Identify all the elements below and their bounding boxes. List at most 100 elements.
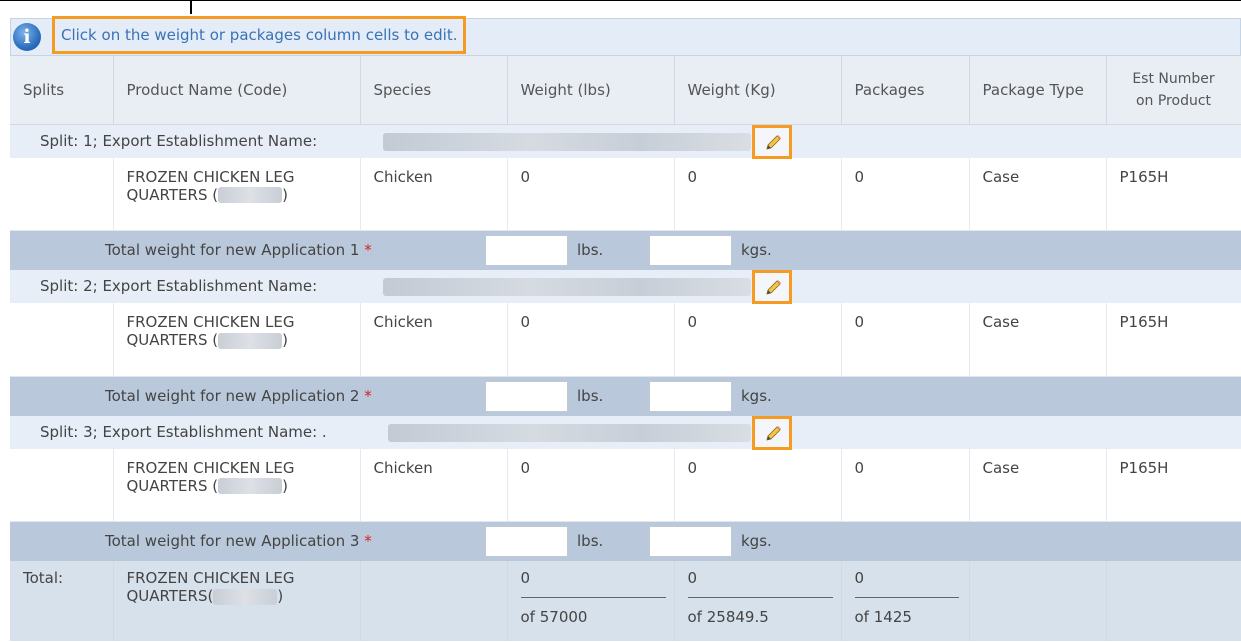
grand-total-weight-lbs: 0 of 57000 — [507, 561, 675, 641]
required-marker: * — [364, 386, 372, 405]
total-weight-kgs-input[interactable] — [649, 235, 732, 266]
split-row-1: Split: 1; Export Establishment Name: — [10, 124, 1241, 159]
total-weight-label: Total weight for new Application 3 * — [105, 532, 372, 550]
lbs-unit-label: lbs. — [577, 241, 604, 259]
grand-total-product-line2-post: ) — [277, 587, 284, 605]
grand-total-product: FROZEN CHICKEN LEG QUARTERS() — [113, 561, 361, 641]
total-weight-kgs-input[interactable] — [649, 526, 732, 557]
total-weight-row-3: Total weight for new Application 3 * lbs… — [10, 521, 1241, 561]
species-cell: Chicken — [360, 448, 508, 522]
weight-lbs-cell[interactable]: 0 — [507, 448, 675, 522]
top-border — [0, 0, 1241, 1]
pencil-icon — [766, 134, 781, 150]
col-header-est-number[interactable]: Est Number on Product — [1106, 56, 1241, 125]
fraction-divider — [854, 597, 959, 598]
product-name-line1: FROZEN CHICKEN LEG — [126, 167, 295, 186]
redacted-establishment-name — [388, 423, 751, 442]
col-header-splits[interactable]: Splits — [10, 56, 114, 125]
product-name-line2-pre: QUARTERS ( — [126, 185, 219, 204]
lbs-unit-label: lbs. — [577, 386, 604, 405]
fraction-divider — [520, 597, 666, 598]
redacted-product-code — [213, 588, 278, 605]
grand-total-packages-value: 0 — [854, 569, 865, 587]
packages-cell[interactable]: 0 — [841, 448, 970, 522]
weight-lbs-cell[interactable]: 0 — [507, 157, 675, 231]
weight-kg-cell[interactable]: 0 — [674, 157, 842, 231]
col-header-weight-kg[interactable]: Weight (Kg) — [674, 56, 842, 125]
edit-establishment-button[interactable] — [752, 415, 792, 450]
weight-kg-cell[interactable]: 0 — [674, 303, 842, 377]
weight-kg-cell[interactable]: 0 — [674, 448, 842, 522]
info-bar: i Click on the weight or packages column… — [10, 16, 1241, 56]
pencil-icon — [766, 280, 781, 295]
total-weight-label-text: Total weight for new Application 3 — [105, 532, 360, 550]
total-weight-kgs-input[interactable] — [649, 380, 732, 412]
total-weight-row-2: Total weight for new Application 2 * lbs… — [10, 376, 1241, 416]
total-weight-lbs-input[interactable] — [485, 526, 568, 557]
redacted-establishment-name — [383, 278, 751, 296]
total-weight-label: Total weight for new Application 1 * — [105, 241, 372, 259]
package-type-cell: Case — [969, 448, 1107, 522]
split-cell-empty — [10, 157, 114, 231]
kgs-unit-label: kgs. — [741, 532, 772, 550]
header-row: Splits Product Name (Code) Species Weigh… — [10, 56, 1241, 125]
redacted-product-code — [218, 332, 283, 349]
total-weight-label-text: Total weight for new Application 2 — [105, 386, 360, 405]
grand-total-weight-kg-of: of 25849.5 — [687, 608, 769, 626]
top-border-tick — [190, 0, 192, 14]
split-cell-empty — [10, 448, 114, 522]
edit-establishment-button[interactable] — [752, 124, 792, 159]
col-header-packages[interactable]: Packages — [841, 56, 970, 125]
grand-total-weight-kg: 0 of 25849.5 — [674, 561, 842, 641]
kgs-unit-label: kgs. — [741, 241, 772, 259]
col-header-species[interactable]: Species — [360, 56, 508, 125]
pencil-icon — [766, 425, 781, 441]
splits-grid: Splits Product Name (Code) Species Weigh… — [10, 56, 1241, 641]
fraction-divider — [687, 597, 833, 598]
col-header-product[interactable]: Product Name (Code) — [113, 56, 361, 125]
col-header-est-number-line2: on Product — [1135, 92, 1212, 109]
product-name-line1: FROZEN CHICKEN LEG — [126, 458, 295, 477]
grand-total-product-line1: FROZEN CHICKEN LEG — [126, 569, 295, 587]
grand-total-package-type-empty — [969, 561, 1107, 641]
packages-cell[interactable]: 0 — [841, 303, 970, 377]
product-row-1: FROZEN CHICKEN LEG QUARTERS () Chicken 0… — [10, 157, 1241, 231]
weight-lbs-cell[interactable]: 0 — [507, 303, 675, 377]
redacted-product-code — [218, 187, 283, 203]
product-row-3: FROZEN CHICKEN LEG QUARTERS () Chicken 0… — [10, 448, 1241, 522]
package-type-cell: Case — [969, 303, 1107, 377]
edit-establishment-button[interactable] — [752, 270, 792, 304]
info-icon: i — [13, 23, 41, 51]
split-cell-empty — [10, 303, 114, 377]
product-name-line2-pre: QUARTERS ( — [126, 476, 219, 495]
total-weight-lbs-input[interactable] — [485, 380, 568, 412]
kgs-unit-label: kgs. — [741, 386, 772, 405]
grand-total-weight-lbs-of: of 57000 — [520, 608, 588, 626]
total-weight-lbs-input[interactable] — [485, 235, 568, 266]
col-header-weight-lbs[interactable]: Weight (lbs) — [507, 56, 675, 125]
required-marker: * — [364, 532, 372, 550]
est-number-cell: P165H — [1106, 303, 1241, 377]
product-name-line2-post: ) — [282, 476, 288, 495]
required-marker: * — [364, 241, 372, 259]
grand-total-packages: 0 of 1425 — [841, 561, 970, 641]
product-row-2: FROZEN CHICKEN LEG QUARTERS () Chicken 0… — [10, 303, 1241, 377]
total-weight-label-text: Total weight for new Application 1 — [105, 241, 360, 259]
col-header-package-type[interactable]: Package Type — [969, 56, 1107, 125]
split-label: Split: 2; Export Establishment Name: — [40, 277, 318, 295]
total-weight-label: Total weight for new Application 2 * — [105, 387, 372, 405]
est-number-cell: P165H — [1106, 157, 1241, 231]
grand-total-species-empty — [360, 561, 508, 641]
grand-total-row: Total: FROZEN CHICKEN LEG QUARTERS() 0 o… — [10, 561, 1241, 641]
grand-total-est-empty — [1106, 561, 1241, 641]
grand-total-packages-of: of 1425 — [854, 608, 912, 626]
redacted-product-code — [218, 478, 283, 494]
product-name-line2-pre: QUARTERS ( — [126, 331, 219, 349]
info-message: Click on the weight or packages column c… — [52, 16, 467, 54]
total-weight-row-1: Total weight for new Application 1 * lbs… — [10, 230, 1241, 270]
split-label: Split: 3; Export Establishment Name: . — [40, 422, 327, 441]
species-cell: Chicken — [360, 157, 508, 231]
packages-cell[interactable]: 0 — [841, 157, 970, 231]
lbs-unit-label: lbs. — [577, 532, 604, 550]
package-type-cell: Case — [969, 157, 1107, 231]
